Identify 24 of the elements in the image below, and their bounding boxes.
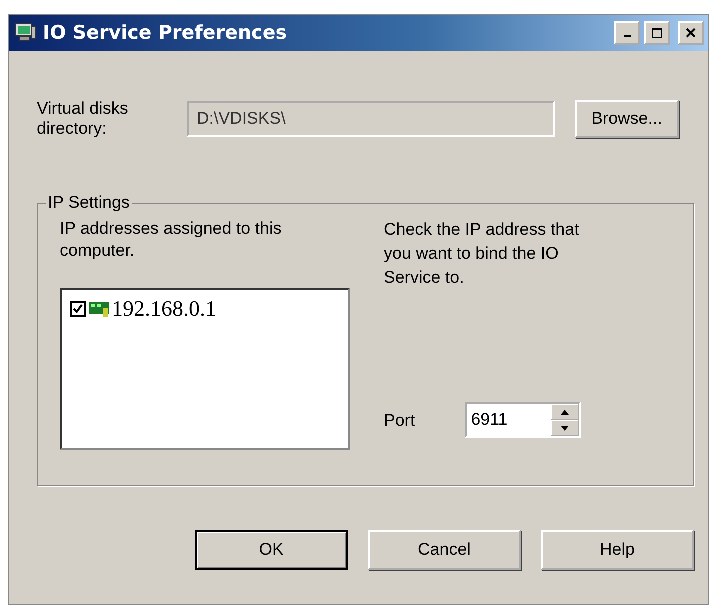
window-title: IO Service Preferences [43,22,288,44]
maximize-button[interactable] [644,21,670,45]
port-label: Port [384,410,416,432]
group-title: IP Settings [46,193,132,213]
computer-icon [15,23,37,43]
close-button[interactable] [678,21,704,45]
browse-button[interactable]: Browse... [575,100,679,138]
directory-label: Virtual disks directory: [37,99,130,139]
dialog-button[interactable]: Help [541,530,694,570]
list-label: IP addresses assigned to this computer. [60,218,283,262]
network-card-icon [88,300,110,318]
dialog-button[interactable]: OK [195,530,348,570]
maximize-icon [652,28,662,38]
directory-field[interactable]: D:\VDISKS\ [187,101,555,137]
checkbox[interactable] [70,301,86,317]
port-spinbox[interactable]: 6911 [465,402,582,438]
spin-down-icon[interactable] [551,420,580,436]
dialog-button[interactable]: Cancel [368,530,521,570]
close-icon [686,28,696,38]
minimize-button[interactable] [614,21,640,45]
bind-hint: Check the IP address that you want to bind the IO Service to. [384,219,580,289]
spin-up-icon[interactable] [551,404,580,420]
minimize-icon [624,35,630,37]
ip-address[interactable]: 192.168.0.1 [112,296,216,322]
